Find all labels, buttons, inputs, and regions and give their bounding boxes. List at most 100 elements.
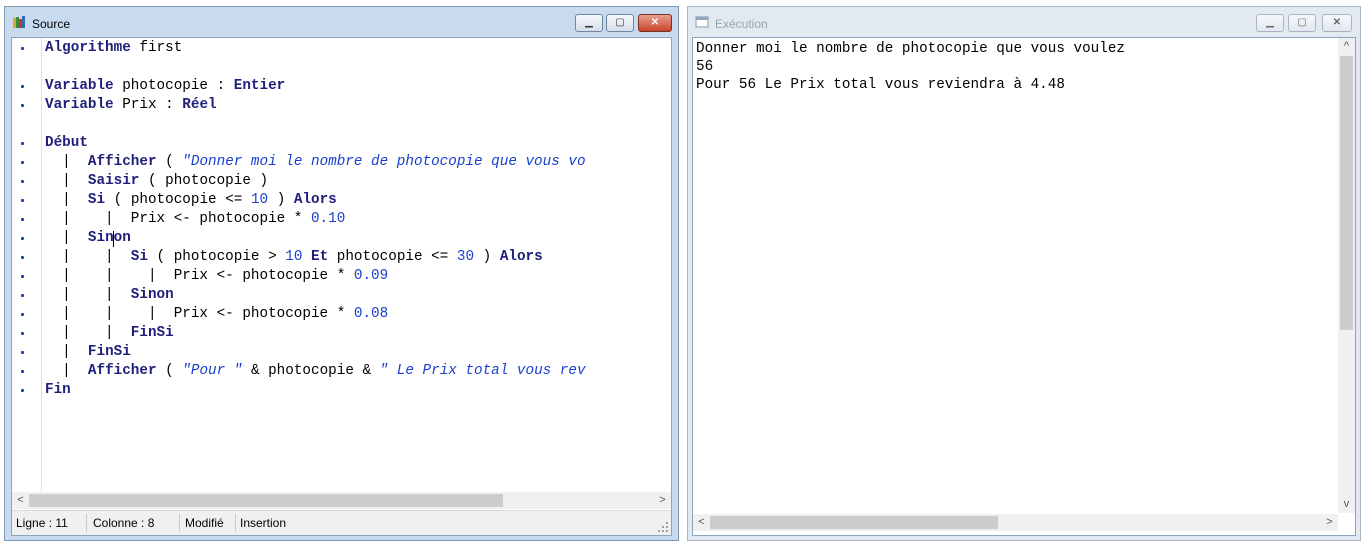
- code-token: Alors: [293, 192, 337, 208]
- code-line[interactable]: | Si ( photocopie <= 10 ) Alors: [45, 191, 337, 210]
- resize-grip-icon[interactable]: [658, 522, 668, 532]
- line-bullet-icon: [21, 85, 24, 88]
- execution-window: Exécution ▁ ▢ ✕ Donner moi le nombre de …: [687, 6, 1361, 541]
- line-bullet-icon: [21, 180, 24, 183]
- code-token: 0.09: [353, 268, 389, 284]
- execution-window-title: Exécution: [715, 17, 768, 31]
- vertical-scroll-thumb[interactable]: [1340, 56, 1353, 330]
- line-bullet-icon: [21, 218, 24, 221]
- execution-titlebar[interactable]: Exécution ▁ ▢ ✕: [688, 7, 1360, 37]
- scroll-right-arrow-icon[interactable]: >: [1321, 514, 1338, 531]
- code-line[interactable]: Variable Prix : Réel: [45, 96, 217, 115]
- code-token: Sinon: [130, 287, 174, 303]
- code-token: 30: [456, 249, 475, 265]
- code-token: ( photocopie ): [139, 173, 269, 189]
- minimize-icon: ▁: [585, 17, 593, 28]
- status-column: Colonne : 8: [89, 514, 180, 532]
- scroll-down-arrow-icon[interactable]: v: [1338, 496, 1355, 513]
- code-token: |: [45, 230, 88, 246]
- code-token: |: [45, 344, 88, 360]
- status-modified: Modifié: [181, 514, 236, 532]
- code-token: ( photocopie >: [147, 249, 286, 265]
- source-titlebar[interactable]: Source ▁ ▢ ✕: [5, 7, 678, 37]
- code-token: Algorithme: [45, 40, 131, 56]
- text-caret: [113, 231, 114, 247]
- code-token: Et: [311, 249, 329, 265]
- code-token: Afficher: [87, 363, 157, 379]
- line-bullet-icon: [21, 294, 24, 297]
- code-line[interactable]: Fin: [45, 381, 71, 400]
- maximize-icon: ▢: [615, 17, 625, 28]
- source-horizontal-scrollbar[interactable]: < >: [12, 492, 671, 509]
- code-token: FinSi: [87, 344, 131, 360]
- code-line[interactable]: Algorithme first: [45, 39, 182, 58]
- minimize-icon: ▁: [1266, 17, 1274, 28]
- code-line[interactable]: Début: [45, 134, 88, 153]
- code-token: Entier: [233, 78, 286, 94]
- code-token: Saisir: [87, 173, 140, 189]
- maximize-icon: ▢: [1297, 17, 1307, 28]
- scroll-up-arrow-icon[interactable]: ^: [1338, 38, 1355, 55]
- code-line[interactable]: | | Sinon: [45, 286, 174, 305]
- console-window-icon: [695, 16, 709, 28]
- code-editor[interactable]: Algorithme first Variable photocopie : En…: [12, 38, 671, 491]
- horizontal-scroll-thumb[interactable]: [710, 516, 998, 529]
- source-editor-area[interactable]: Algorithme first Variable photocopie : En…: [11, 37, 672, 536]
- close-button[interactable]: ✕: [638, 14, 672, 32]
- code-token: | | | Prix <- photocopie *: [45, 306, 354, 322]
- code-line[interactable]: | Afficher ( "Donner moi le nombre de ph…: [45, 153, 586, 172]
- code-line[interactable]: | | | Prix <- photocopie * 0.09: [45, 267, 388, 286]
- scroll-right-arrow-icon[interactable]: >: [654, 492, 671, 509]
- execution-horizontal-scrollbar[interactable]: < >: [693, 514, 1338, 531]
- line-bullet-icon: [21, 351, 24, 354]
- code-line[interactable]: | | Si ( photocopie > 10 Et photocopie <…: [45, 248, 543, 267]
- code-token: Prix :: [113, 97, 183, 113]
- scroll-left-arrow-icon[interactable]: <: [693, 514, 710, 531]
- line-bullet-icon: [21, 275, 24, 278]
- code-token: Variable: [45, 97, 114, 113]
- output-line: 56: [696, 59, 714, 75]
- status-bar: Ligne : 11 Colonne : 8 Modifié Insertion: [12, 510, 671, 535]
- line-bullet-icon: [21, 161, 24, 164]
- code-line[interactable]: | | FinSi: [45, 324, 174, 343]
- code-token: Début: [45, 135, 88, 151]
- code-token: | |: [45, 287, 131, 303]
- maximize-button[interactable]: ▢: [606, 14, 634, 32]
- maximize-button[interactable]: ▢: [1288, 14, 1316, 32]
- scroll-thumb[interactable]: [29, 494, 503, 507]
- console-output: Donner moi le nombre de photocopie que v…: [696, 40, 1125, 94]
- code-line[interactable]: | Saisir ( photocopie ): [45, 172, 268, 191]
- code-token: Variable: [45, 78, 114, 94]
- code-token: 0.08: [353, 306, 389, 322]
- code-line[interactable]: | FinSi: [45, 343, 131, 362]
- line-bullet-icon: [21, 47, 24, 50]
- code-line[interactable]: | Afficher ( "Pour " & photocopie & " Le…: [45, 362, 585, 381]
- code-line[interactable]: | Sinon: [45, 229, 131, 248]
- status-mode: Insertion: [240, 516, 287, 530]
- code-token: |: [45, 363, 88, 379]
- code-token: Fin: [45, 382, 71, 398]
- close-icon: ✕: [650, 17, 660, 28]
- close-icon: ✕: [1332, 17, 1342, 28]
- scroll-left-arrow-icon[interactable]: <: [12, 492, 29, 509]
- execution-vertical-scrollbar[interactable]: ^ v: [1338, 38, 1355, 513]
- minimize-button[interactable]: ▁: [575, 14, 603, 32]
- code-token: Sinon: [87, 230, 131, 246]
- code-line[interactable]: | | Prix <- photocopie * 0.10: [45, 210, 345, 229]
- code-line[interactable]: | | | Prix <- photocopie * 0.08: [45, 305, 388, 324]
- code-token: Réel: [182, 97, 217, 113]
- code-token: ): [474, 249, 500, 265]
- execution-output-area[interactable]: Donner moi le nombre de photocopie que v…: [692, 37, 1356, 536]
- code-line[interactable]: Variable photocopie : Entier: [45, 77, 285, 96]
- code-token: 10: [250, 192, 269, 208]
- code-token: | | | Prix <- photocopie *: [45, 268, 354, 284]
- code-token: photocopie <=: [328, 249, 457, 265]
- code-token: "Donner moi le nombre de photocopie que …: [182, 154, 586, 170]
- line-bullet-icon: [21, 142, 24, 145]
- code-token: ( photocopie <=: [105, 192, 251, 208]
- output-line: Donner moi le nombre de photocopie que v…: [696, 41, 1125, 57]
- line-bullet-icon: [21, 237, 24, 240]
- minimize-button[interactable]: ▁: [1256, 14, 1284, 32]
- close-button[interactable]: ✕: [1322, 14, 1352, 32]
- line-bullet-icon: [21, 256, 24, 259]
